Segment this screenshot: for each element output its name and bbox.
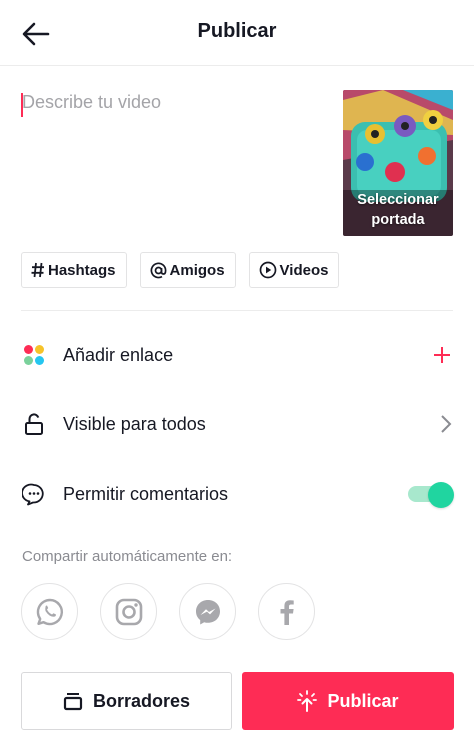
sparkle-upload-icon: [297, 690, 318, 712]
back-button[interactable]: [16, 16, 56, 52]
comments-label: Permitir comentarios: [63, 483, 229, 504]
add-link-row[interactable]: Añadir enlace: [0, 327, 474, 383]
comment-icon: [22, 482, 46, 506]
publish-label: Publicar: [327, 690, 399, 711]
whatsapp-icon: [36, 598, 63, 625]
drafts-label: Borradores: [92, 690, 191, 711]
share-facebook-button[interactable]: [258, 583, 315, 640]
chip-row: Hashtags Amigos Videos: [21, 252, 340, 288]
hashtags-chip[interactable]: Hashtags: [21, 252, 127, 288]
header: Publicar: [0, 0, 474, 66]
comments-row: Permitir comentarios: [0, 466, 474, 522]
videos-label: Videos: [279, 261, 329, 279]
messenger-icon: [195, 599, 220, 624]
facebook-icon: [280, 599, 294, 625]
drafts-button[interactable]: Borradores: [21, 672, 232, 730]
share-messenger-button[interactable]: [179, 583, 236, 640]
text-cursor: [21, 93, 23, 117]
hash-icon: [31, 262, 45, 278]
videos-chip[interactable]: Videos: [248, 252, 340, 288]
share-label: Compartir automáticamente en:: [22, 548, 233, 565]
play-circle-icon: [259, 261, 277, 279]
hashtags-label: Hashtags: [48, 261, 116, 279]
chevron-right-icon: [440, 414, 452, 434]
visibility-label: Visible para todos: [63, 413, 206, 434]
unlock-icon: [22, 412, 46, 436]
visibility-row[interactable]: Visible para todos: [0, 396, 474, 452]
publish-button[interactable]: Publicar: [242, 672, 454, 730]
page-title: Publicar: [197, 20, 277, 42]
friends-label: Amigos: [169, 261, 225, 279]
description-input[interactable]: [22, 88, 322, 222]
toggle-knob: [428, 482, 454, 508]
color-dots-icon: [22, 343, 46, 367]
instagram-icon: [115, 598, 142, 625]
cover-selector[interactable]: Seleccionar portada: [343, 90, 453, 236]
add-link-label: Añadir enlace: [63, 344, 174, 365]
comments-toggle[interactable]: [406, 482, 454, 508]
plus-icon: [432, 345, 452, 365]
share-instagram-button[interactable]: [100, 583, 157, 640]
at-icon: [150, 261, 167, 279]
drafts-icon: [63, 691, 83, 711]
cover-label: Seleccionar portada: [357, 192, 439, 228]
divider: [21, 310, 453, 311]
share-whatsapp-button[interactable]: [21, 583, 78, 640]
arrow-left-icon: [22, 22, 50, 46]
friends-chip[interactable]: Amigos: [139, 252, 236, 288]
share-targets: [21, 583, 315, 640]
